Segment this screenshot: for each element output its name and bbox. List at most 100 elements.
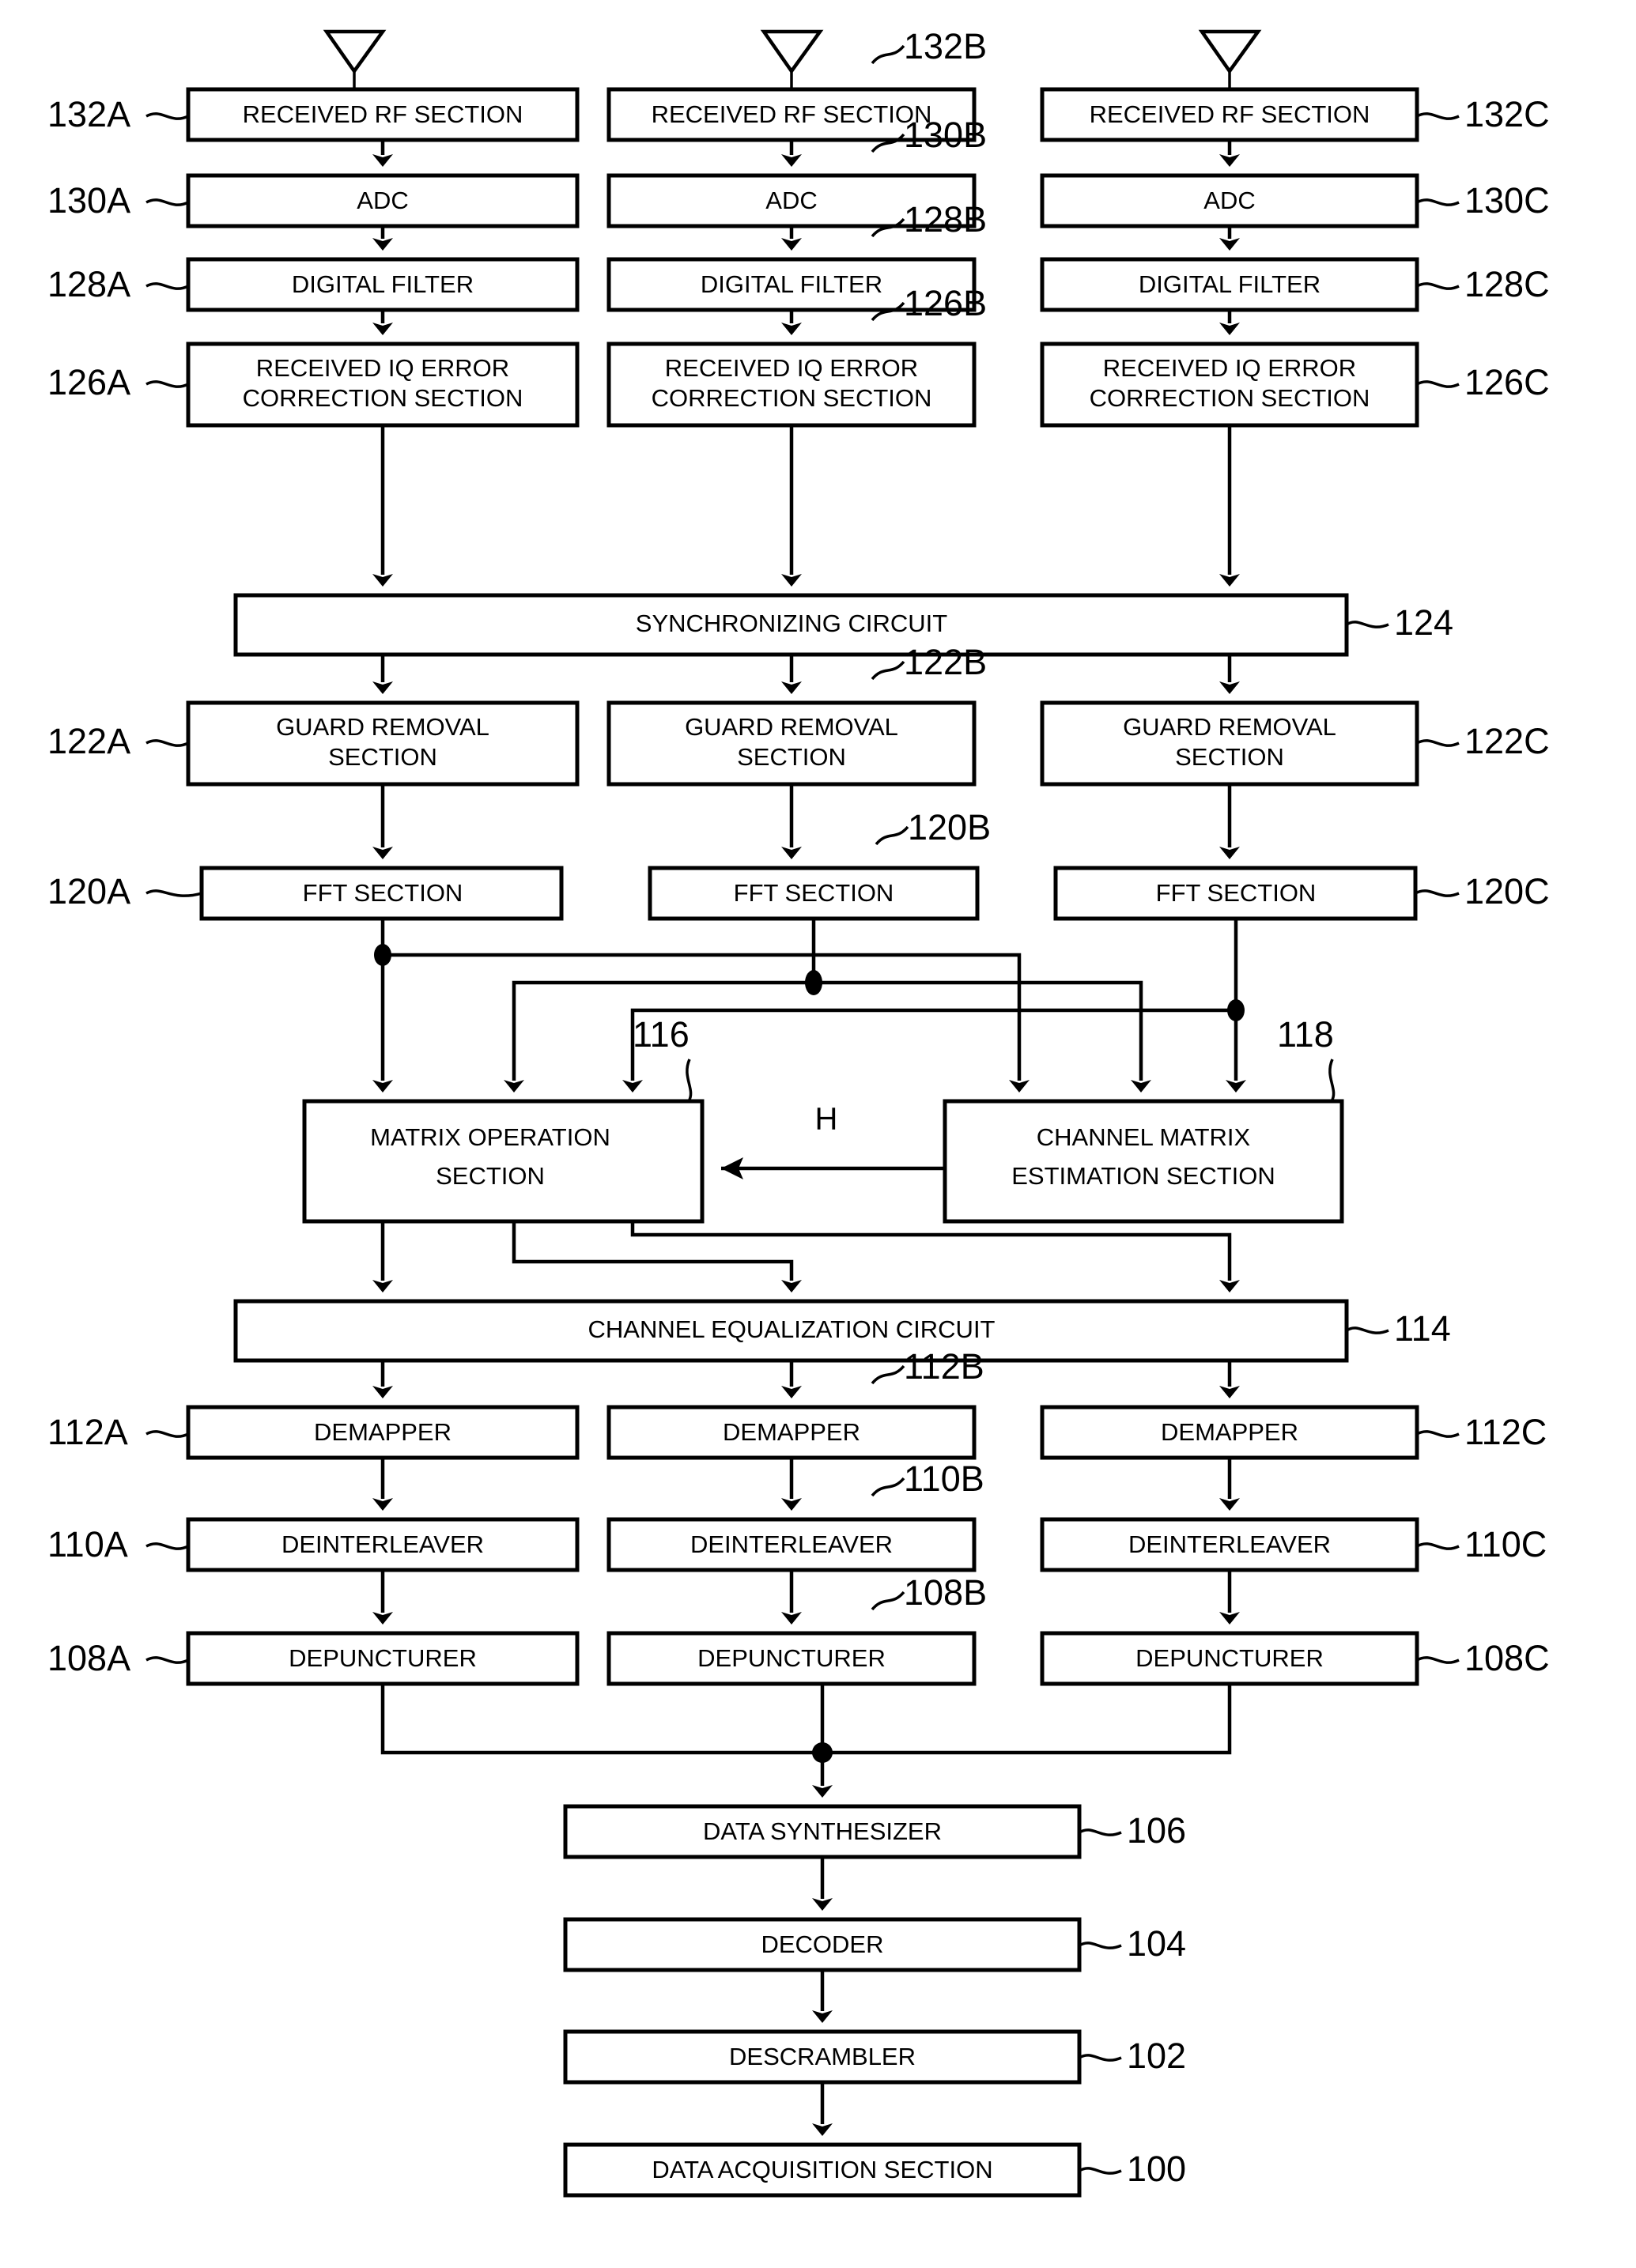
block-label-line1: GUARD REMOVAL xyxy=(685,713,898,741)
block-label-line1: RECEIVED IQ ERROR xyxy=(1103,354,1356,382)
connector-depuncturer-merge-bus xyxy=(380,1684,1232,1798)
block-label-line2: CORRECTION SECTION xyxy=(652,384,932,412)
ref-label: 104 xyxy=(1127,1923,1186,1964)
ref-marker-110b: 110B xyxy=(871,1459,984,1499)
ref-marker-130c: 130C xyxy=(1416,180,1550,221)
ref-marker-114: 114 xyxy=(1346,1308,1451,1349)
block-synchronizing-circuit[interactable]: SYNCHRONIZING CIRCUIT xyxy=(233,593,1349,657)
block-label-line1: RECEIVED IQ ERROR xyxy=(665,354,918,382)
block-digital-filter-c[interactable]: DIGITAL FILTER xyxy=(1040,257,1419,312)
block-fft-section-a[interactable]: FFT SECTION xyxy=(199,866,564,921)
block-label: DESCRAMBLER xyxy=(729,2043,916,2070)
block-label: DECODER xyxy=(761,1930,883,1958)
block-label: RECEIVED RF SECTION xyxy=(1090,100,1370,128)
block-adc-c[interactable]: ADC xyxy=(1040,173,1419,228)
block-deinterleaver-c[interactable]: DEINTERLEAVER xyxy=(1040,1517,1419,1572)
block-label-line1: MATRIX OPERATION xyxy=(370,1123,610,1151)
junction-dot xyxy=(1227,999,1245,1021)
block-fft-section-b[interactable]: FFT SECTION xyxy=(648,866,980,921)
block-demapper-c[interactable]: DEMAPPER xyxy=(1040,1405,1419,1460)
block-received-iq-error-correction-section-a[interactable]: RECEIVED IQ ERROR CORRECTION SECTION xyxy=(186,342,580,428)
ref-label: 118 xyxy=(1277,1014,1334,1055)
block-label-line2: CORRECTION SECTION xyxy=(243,384,523,412)
block-label: RECEIVED RF SECTION xyxy=(652,100,932,128)
block-label-line2: CORRECTION SECTION xyxy=(1090,384,1370,412)
block-label-line1: CHANNEL MATRIX xyxy=(1037,1123,1251,1151)
ref-marker-120c: 120C xyxy=(1415,871,1550,911)
ref-marker-104: 104 xyxy=(1079,1923,1186,1964)
ref-label: 120C xyxy=(1464,871,1550,911)
block-label: DEMAPPER xyxy=(314,1418,452,1446)
block-digital-filter-a[interactable]: DIGITAL FILTER xyxy=(186,257,580,312)
block-label: DIGITAL FILTER xyxy=(292,270,474,298)
block-label: DEINTERLEAVER xyxy=(690,1530,893,1558)
block-guard-removal-section-a[interactable]: GUARD REMOVAL SECTION xyxy=(186,700,580,787)
ref-marker-108b: 108B xyxy=(871,1572,987,1613)
block-label: ADC xyxy=(765,187,817,214)
junction-dot xyxy=(374,944,391,966)
block-label-line1: GUARD REMOVAL xyxy=(276,713,489,741)
block-label-line1: GUARD REMOVAL xyxy=(1123,713,1336,741)
block-label: DEMAPPER xyxy=(1161,1418,1298,1446)
block-label: FFT SECTION xyxy=(1156,879,1317,907)
block-deinterleaver-a[interactable]: DEINTERLEAVER xyxy=(186,1517,580,1572)
block-depuncturer-c[interactable]: DEPUNCTURER xyxy=(1040,1631,1419,1686)
block-received-iq-error-correction-section-c[interactable]: RECEIVED IQ ERROR CORRECTION SECTION xyxy=(1040,342,1419,428)
ref-marker-126a: 126A xyxy=(47,362,189,402)
ref-label: 110B xyxy=(904,1459,984,1499)
ref-label: 108B xyxy=(904,1572,987,1613)
block-decoder[interactable]: DECODER xyxy=(563,1917,1082,1972)
ref-marker-110c: 110C xyxy=(1416,1524,1547,1564)
ref-marker-128a: 128A xyxy=(47,264,189,304)
block-received-rf-section-a[interactable]: RECEIVED RF SECTION xyxy=(186,87,580,142)
ref-marker-132b: 132B xyxy=(871,26,987,66)
block-demapper-a[interactable]: DEMAPPER xyxy=(186,1405,580,1460)
block-label: CHANNEL EQUALIZATION CIRCUIT xyxy=(588,1315,996,1343)
block-data-acquisition-section[interactable]: DATA ACQUISITION SECTION xyxy=(563,2142,1082,2198)
connector-fft-c-to-matrix xyxy=(622,999,1245,1092)
patent-block-diagram: RECEIVED RF SECTION RECEIVED RF SECTION … xyxy=(47,26,1550,2198)
ref-marker-128c: 128C xyxy=(1416,264,1550,304)
block-deinterleaver-b[interactable]: DEINTERLEAVER xyxy=(606,1517,977,1572)
block-matrix-operation-section[interactable]: MATRIX OPERATION SECTION xyxy=(302,1099,705,1224)
block-received-iq-error-correction-section-b[interactable]: RECEIVED IQ ERROR CORRECTION SECTION xyxy=(606,342,977,428)
ref-marker-112a: 112A xyxy=(47,1412,189,1452)
block-depuncturer-b[interactable]: DEPUNCTURER xyxy=(606,1631,977,1686)
block-guard-removal-section-b[interactable]: GUARD REMOVAL SECTION xyxy=(606,700,977,787)
antenna-c xyxy=(1198,29,1262,89)
block-channel-matrix-estimation-section[interactable]: CHANNEL MATRIX ESTIMATION SECTION xyxy=(943,1099,1344,1224)
ref-label: 130C xyxy=(1464,180,1550,221)
block-label-line2: SECTION xyxy=(436,1162,545,1190)
block-guard-removal-section-c[interactable]: GUARD REMOVAL SECTION xyxy=(1040,700,1419,787)
block-received-rf-section-c[interactable]: RECEIVED RF SECTION xyxy=(1040,87,1419,142)
ref-label: 120B xyxy=(908,807,991,847)
ref-label: 122C xyxy=(1464,721,1550,761)
block-label: DATA SYNTHESIZER xyxy=(703,1817,942,1845)
ref-label: 128B xyxy=(904,199,987,240)
block-label: DEPUNCTURER xyxy=(697,1644,886,1672)
ref-label: 112C xyxy=(1464,1412,1547,1452)
block-descrambler[interactable]: DESCRAMBLER xyxy=(563,2029,1082,2085)
block-label: DIGITAL FILTER xyxy=(1139,270,1321,298)
block-label: DEINTERLEAVER xyxy=(281,1530,484,1558)
block-demapper-b[interactable]: DEMAPPER xyxy=(606,1405,977,1460)
antenna-a xyxy=(323,29,387,89)
connector-fft-b-to-matrix xyxy=(504,919,816,1092)
block-fft-section-c[interactable]: FFT SECTION xyxy=(1053,866,1418,921)
ref-marker-112c: 112C xyxy=(1416,1412,1547,1452)
ref-marker-116: 116 xyxy=(633,1014,693,1102)
ref-label: 102 xyxy=(1127,2036,1186,2076)
ref-label: 116 xyxy=(633,1014,690,1055)
h-signal-label: H xyxy=(815,1102,838,1137)
ref-label: 108A xyxy=(47,1638,130,1678)
block-label: DIGITAL FILTER xyxy=(701,270,882,298)
ref-marker-132c: 132C xyxy=(1416,94,1550,134)
block-adc-a[interactable]: ADC xyxy=(186,173,580,228)
block-label-line2: SECTION xyxy=(737,743,846,771)
ref-label: 124 xyxy=(1394,602,1453,643)
ref-label: 132B xyxy=(904,26,987,66)
block-depuncturer-a[interactable]: DEPUNCTURER xyxy=(186,1631,580,1686)
block-data-synthesizer[interactable]: DATA SYNTHESIZER xyxy=(563,1804,1082,1859)
connector-matrix-to-cheq-2 xyxy=(512,1221,802,1292)
block-channel-equalization-circuit[interactable]: CHANNEL EQUALIZATION CIRCUIT xyxy=(233,1299,1349,1363)
